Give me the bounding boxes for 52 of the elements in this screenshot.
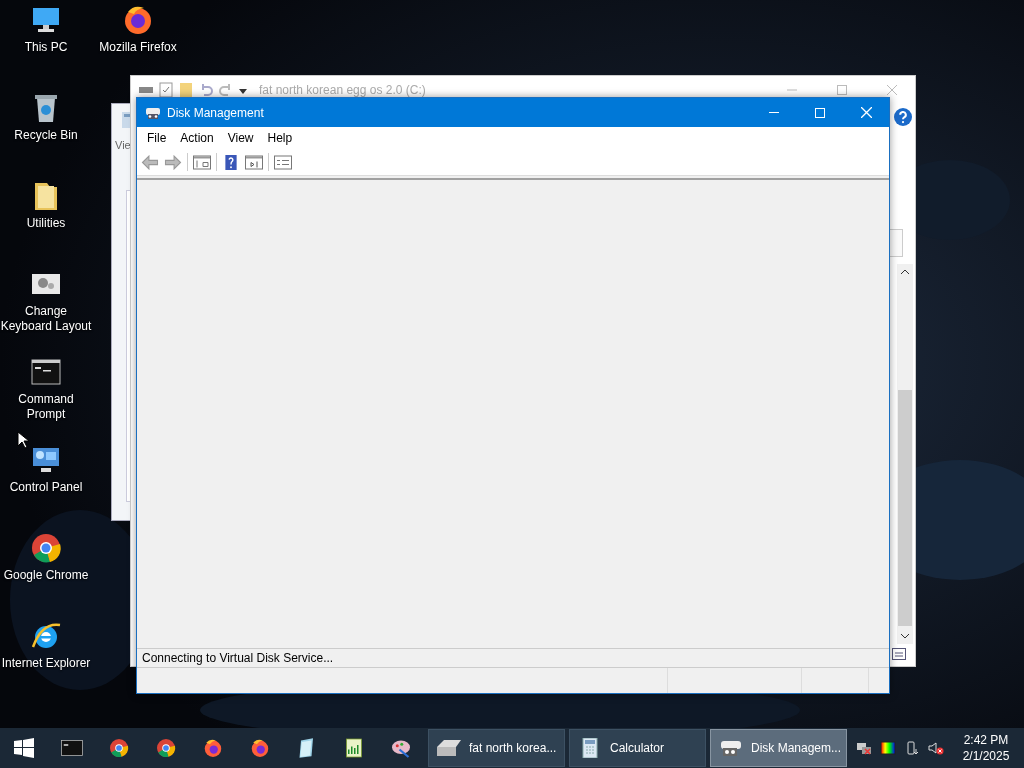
forward-arrow-icon[interactable] bbox=[164, 154, 182, 170]
chrome-icon[interactable] bbox=[30, 532, 62, 564]
taskbar-button[interactable]: fat north korea... bbox=[428, 729, 565, 767]
disk-icon bbox=[145, 105, 161, 120]
undo-icon bbox=[199, 82, 213, 98]
taskbar-button[interactable]: Calculator bbox=[569, 729, 706, 767]
scroll-down-icon[interactable] bbox=[900, 633, 910, 639]
scrollbar-thumb[interactable] bbox=[898, 390, 912, 626]
status-text: Connecting to Virtual Disk Service... bbox=[142, 651, 334, 665]
close-icon bbox=[860, 107, 872, 118]
scroll-up-icon[interactable] bbox=[900, 269, 910, 275]
network-icon[interactable] bbox=[856, 740, 872, 756]
scrollbar[interactable] bbox=[897, 264, 913, 644]
icon-label[interactable]: Google Chrome bbox=[0, 568, 94, 583]
clock-time[interactable]: 2:42 PM bbox=[963, 732, 1009, 748]
redo-icon bbox=[219, 82, 233, 98]
menu-item[interactable]: File bbox=[140, 131, 174, 145]
menu-item[interactable]: View bbox=[220, 131, 261, 145]
taskbar-button[interactable]: Disk Managem... bbox=[710, 729, 847, 767]
usb-drive-icon[interactable] bbox=[904, 740, 920, 756]
icon-label[interactable]: Command Prompt bbox=[0, 392, 94, 422]
window-title: Disk Management bbox=[167, 105, 264, 120]
disk-icon bbox=[719, 738, 743, 758]
icon-label[interactable]: Control Panel bbox=[0, 480, 94, 495]
menu-item[interactable]: Action bbox=[173, 131, 221, 145]
menu-label[interactable]: Vie bbox=[115, 139, 131, 151]
icon-label[interactable]: Utilities bbox=[0, 216, 94, 231]
cmd-icon[interactable] bbox=[30, 356, 62, 388]
checklist-icon bbox=[159, 82, 173, 98]
caret-icon bbox=[239, 86, 247, 94]
details-view-icon[interactable] bbox=[892, 648, 906, 660]
icon-label[interactable]: Change Keyboard Layout bbox=[0, 304, 94, 334]
icon-label[interactable]: Internet Explorer bbox=[0, 656, 94, 671]
folder-icon bbox=[179, 82, 193, 98]
minimize-icon bbox=[769, 112, 779, 113]
drive-icon bbox=[437, 738, 461, 758]
maximize-icon bbox=[815, 107, 825, 118]
help-icon[interactable] bbox=[894, 108, 912, 126]
window-title: fat north korean egg os 2.0 (C:) bbox=[259, 83, 426, 97]
clock-date[interactable]: 2/1/2025 bbox=[962, 748, 1010, 764]
action-pane-icon[interactable] bbox=[245, 154, 263, 170]
menu-item[interactable]: Help bbox=[260, 131, 300, 145]
firefox-icon[interactable] bbox=[122, 4, 154, 36]
console-tree-icon[interactable] bbox=[193, 154, 211, 170]
speaker-muted-icon[interactable] bbox=[928, 740, 944, 756]
color-icon[interactable] bbox=[880, 740, 896, 756]
help-icon[interactable] bbox=[222, 154, 240, 170]
start-icon[interactable] bbox=[14, 738, 34, 758]
properties-icon[interactable] bbox=[274, 154, 292, 170]
icon-label[interactable]: Recycle Bin bbox=[0, 128, 94, 143]
back-arrow-icon[interactable] bbox=[141, 154, 159, 170]
cursor-icon bbox=[17, 431, 29, 449]
